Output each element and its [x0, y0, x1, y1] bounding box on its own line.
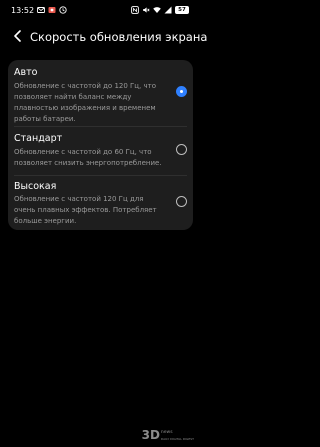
option-title: Стандарт: [14, 133, 63, 144]
option-title: Высокая: [14, 181, 57, 192]
watermark-logo: 3D: [141, 428, 160, 442]
chevron-left-icon: [14, 30, 21, 42]
option-auto[interactable]: Авто Обновление с частотой до 120 Гц, чт…: [8, 60, 193, 124]
watermark-news: news: [160, 430, 173, 435]
option-description: Обновление с частотой 120 Гц для очень п…: [14, 195, 157, 225]
option-title: Авто: [14, 67, 38, 78]
status-bar: 13:52 57: [0, 0, 200, 22]
watermark-tagline: DAILY DIGITAL DIGEST: [160, 437, 194, 441]
divider: [14, 126, 187, 127]
wifi-icon: [153, 7, 161, 13]
back-button[interactable]: [10, 28, 26, 44]
page-title: Скорость обновления экрана: [30, 30, 208, 44]
nfc-icon: [131, 6, 139, 14]
watermark: 3D news DAILY DIGITAL DIGEST: [142, 428, 194, 442]
toolbar: Скорость обновления экрана: [0, 22, 207, 50]
battery-icon: 57: [175, 6, 189, 14]
radio-button[interactable]: [176, 196, 187, 207]
signal-icon: [164, 6, 172, 14]
mute-icon: [143, 7, 150, 13]
refresh-rate-options-card: Авто Обновление с частотой до 120 Гц, чт…: [8, 60, 193, 230]
option-high[interactable]: Высокая Обновление с частотой 120 Гц для…: [8, 177, 193, 230]
status-right-icons: 57: [131, 6, 189, 14]
option-standard[interactable]: Стандарт Обновление с частотой до 60 Гц,…: [8, 128, 193, 174]
radio-button[interactable]: [176, 144, 187, 155]
vpn-icon: [59, 6, 67, 14]
status-time: 13:52: [11, 6, 35, 15]
option-description: Обновление с частотой до 120 Гц, что поз…: [14, 82, 157, 123]
radio-button-checked[interactable]: [176, 86, 187, 97]
status-left-icons: [37, 6, 67, 14]
email-icon: [37, 7, 45, 13]
photo-icon: [48, 7, 56, 13]
option-description: Обновление с частотой до 60 Гц, что позв…: [14, 148, 162, 167]
divider: [14, 175, 187, 176]
